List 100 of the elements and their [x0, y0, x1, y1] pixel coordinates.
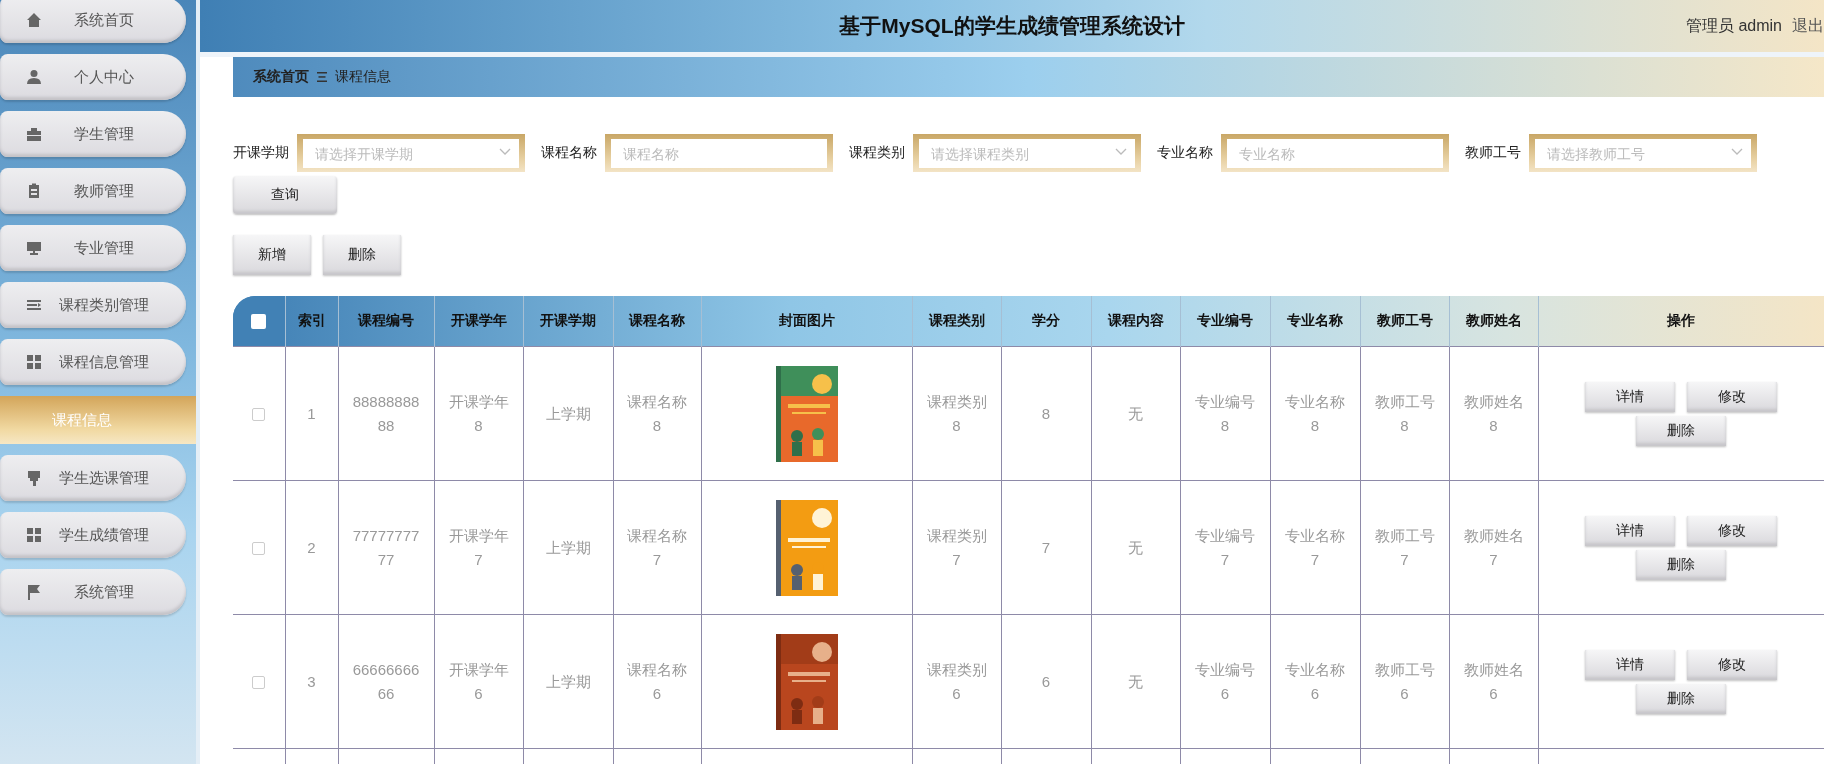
table-cell-text: 无 [1128, 403, 1143, 424]
column-header: 操作 [1538, 296, 1824, 347]
column-header: 课程类别 [912, 296, 1001, 347]
table-cell-text: 2 [307, 537, 316, 558]
table-cell-text: 教师姓名7 [1462, 525, 1525, 570]
table-cell-text: 课程类别7 [925, 525, 988, 570]
sidebar-item[interactable]: 学生成绩管理 [0, 512, 186, 558]
row-action-button[interactable]: 删除 [1636, 415, 1726, 446]
breadcrumb-item[interactable]: 课程信息 [335, 68, 391, 86]
monitor-icon [26, 240, 42, 256]
sidebar-item[interactable]: 课程类别管理 [0, 282, 186, 328]
table-cell-text: 课程名称6 [626, 659, 688, 704]
row-action-button[interactable]: 详情 [1585, 381, 1675, 412]
logout-link[interactable]: 退出 [1792, 15, 1824, 37]
checkbox[interactable] [252, 676, 266, 690]
toolbar-button[interactable]: 删除 [323, 235, 401, 275]
column-header: 索引 [285, 296, 338, 347]
table-cell-text: 6666666666 [352, 659, 420, 704]
toolbar-button[interactable]: 新增 [233, 235, 311, 275]
table-cell-text: 课程名称8 [626, 391, 688, 436]
checkbox[interactable] [252, 408, 266, 422]
row-action-button[interactable]: 修改 [1687, 381, 1777, 412]
table-cell-text: 8 [1041, 403, 1051, 424]
sidebar-item[interactable]: 学生管理 [0, 111, 186, 157]
clipboard-icon [26, 183, 42, 199]
sidebar-item[interactable]: 教师管理 [0, 168, 186, 214]
sidebar-item[interactable]: 系统首页 [0, 0, 186, 43]
paint-roller-icon [26, 470, 42, 486]
table-cell-text: 8888888888 [352, 391, 420, 436]
column-header: 课程名称 [613, 296, 701, 347]
table-cell-text: 开课学年6 [447, 659, 510, 704]
home-icon [26, 12, 42, 28]
filter-label: 教师工号 [1465, 144, 1521, 162]
table-cell-text: 开课学年7 [447, 525, 510, 570]
table-cell-text: 专业编号8 [1194, 391, 1256, 436]
filter-label: 开课学期 [233, 144, 289, 162]
table-cell-text: 7 [1041, 537, 1051, 558]
table-cell-text: 教师工号7 [1373, 525, 1436, 570]
table-cell-text: 专业名称8 [1284, 391, 1346, 436]
select-field[interactable]: 请选择课程类别 [913, 134, 1141, 172]
table-cell-text: 课程类别8 [925, 391, 988, 436]
column-header: 学分 [1001, 296, 1091, 347]
briefcase-icon [26, 126, 42, 142]
row-action-button[interactable]: 详情 [1585, 515, 1675, 546]
sidebar-item[interactable]: 课程信息管理 [0, 339, 186, 385]
column-header: 开课学期 [523, 296, 613, 347]
filter-label: 课程类别 [849, 144, 905, 162]
sidebar-item[interactable]: 系统管理 [0, 569, 186, 615]
breadcrumb-item[interactable]: 系统首页 [253, 68, 309, 86]
grid-icon [26, 527, 42, 543]
user-label: 管理员 admin [1685, 15, 1782, 36]
table-cell-text: 6 [1041, 671, 1051, 692]
table-cell-text: 教师姓名6 [1462, 659, 1525, 704]
table-cell-text: 上学期 [545, 537, 591, 558]
table-cell-text: 3 [307, 671, 316, 692]
chevron-down-icon [499, 148, 511, 156]
table-cell-text: 上学期 [545, 403, 591, 424]
column-header: 专业编号 [1180, 296, 1270, 347]
row-action-button[interactable]: 修改 [1687, 649, 1777, 680]
list-icon [26, 297, 42, 313]
table-cell-text: 无 [1128, 671, 1143, 692]
input-field[interactable]: 专业名称 [1221, 134, 1449, 172]
table-cell-text: 无 [1128, 537, 1143, 558]
column-header: 教师姓名 [1449, 296, 1538, 347]
sidebar-item[interactable]: 个人中心 [0, 54, 186, 100]
select-field[interactable]: 请选择开课学期 [297, 134, 525, 172]
column-header: 封面图片 [701, 296, 912, 347]
table-cell-text: 专业名称7 [1284, 525, 1346, 570]
table-cell-text: 专业编号6 [1194, 659, 1256, 704]
column-header: 课程内容 [1091, 296, 1180, 347]
row-action-button[interactable]: 删除 [1636, 683, 1726, 714]
table-cell-text: 教师姓名8 [1462, 391, 1525, 436]
table-cell-text: 7777777777 [352, 525, 420, 570]
row-action-button[interactable]: 修改 [1687, 515, 1777, 546]
table-cell-text: 教师工号8 [1373, 391, 1436, 436]
person-icon [26, 69, 42, 85]
chevron-down-icon [1115, 148, 1127, 156]
search-button[interactable]: 查询 [233, 176, 337, 214]
select-field[interactable]: 请选择教师工号 [1529, 134, 1757, 172]
filter-label: 专业名称 [1157, 144, 1213, 162]
sidebar-item[interactable]: 学生选课管理 [0, 455, 186, 501]
column-header: 教师工号 [1360, 296, 1449, 347]
column-header: 开课学年 [434, 296, 523, 347]
input-field[interactable]: 课程名称 [605, 134, 833, 172]
row-action-button[interactable]: 删除 [1636, 549, 1726, 580]
chevron-down-icon [1731, 148, 1743, 156]
table-cell-text: 专业名称6 [1284, 659, 1346, 704]
row-action-button[interactable]: 详情 [1585, 649, 1675, 680]
sidebar-item[interactable]: 专业管理 [0, 225, 186, 271]
table-cell-text: 1 [307, 403, 316, 424]
column-header: 专业名称 [1270, 296, 1360, 347]
table-cell-text: 教师工号6 [1373, 659, 1436, 704]
separator-icon [317, 72, 327, 82]
grid-icon [26, 354, 42, 370]
checkbox[interactable] [252, 542, 266, 556]
filter-label: 课程名称 [541, 144, 597, 162]
page-title: 基于MySQL的学生成绩管理系统设计 [839, 13, 1185, 39]
table-cell-text: 课程名称7 [626, 525, 688, 570]
table-cell-text: 课程类别6 [925, 659, 988, 704]
checkbox[interactable] [251, 314, 267, 330]
